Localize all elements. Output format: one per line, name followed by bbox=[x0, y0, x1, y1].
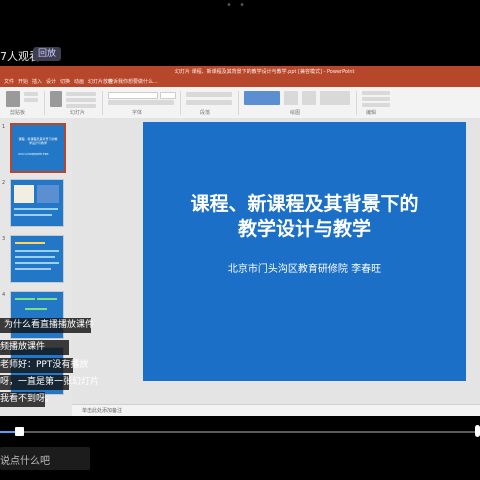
thumb-text-line bbox=[14, 208, 58, 210]
copy-icon[interactable] bbox=[24, 98, 38, 102]
tab-design[interactable]: 设计 bbox=[46, 78, 56, 87]
notes-bar[interactable]: 单击此处添加备注 bbox=[72, 404, 480, 416]
thumb-diagram bbox=[15, 298, 35, 300]
thumb-photo bbox=[37, 185, 59, 203]
font-format-buttons[interactable] bbox=[108, 100, 174, 105]
group-label-slides: 幻灯片 bbox=[70, 110, 86, 116]
caption-line-2: 频播放课件 bbox=[0, 340, 69, 355]
paste-icon[interactable] bbox=[6, 91, 20, 107]
replace-button[interactable] bbox=[362, 97, 390, 101]
video-end-marker bbox=[475, 425, 480, 437]
comment-input[interactable]: 说点什么吧 bbox=[0, 447, 90, 470]
slide-subtitle: 北京市门头沟区教育研修院 李春旺 bbox=[227, 264, 382, 275]
slide-title-line-1: 课程、新课程及其背景下的 bbox=[190, 193, 419, 215]
ribbon: 剪贴板 幻灯片 字体 段落 绘图 编辑 bbox=[0, 87, 480, 119]
ribbon-tabs: 文件 开始 插入 设计 切换 动画 幻灯片放映 审阅 视图 告诉我你想要做什么.… bbox=[0, 78, 480, 87]
thumb-text-line bbox=[14, 214, 52, 216]
shapes-gallery[interactable] bbox=[244, 91, 280, 105]
tab-file[interactable]: 文件 bbox=[4, 78, 14, 87]
current-slide[interactable]: 课程、新课程及其背景下的 教学设计与教学 北京市门头沟区教育研修院 李春旺 bbox=[143, 122, 466, 381]
tab-transitions[interactable]: 切换 bbox=[60, 78, 70, 87]
group-label-editing: 编辑 bbox=[366, 110, 377, 116]
notes-placeholder[interactable]: 单击此处添加备注 bbox=[82, 407, 122, 414]
tab-home[interactable]: 开始 bbox=[18, 78, 28, 87]
document-title: 幻灯片 课程、新课程及其背景下的教学设计与教学.ppt [兼容模式] - Pow… bbox=[175, 69, 355, 75]
group-label-font: 字体 bbox=[132, 110, 143, 116]
thumb1-title: 课程、新课程及其背景下的教学设计与教学 bbox=[18, 137, 58, 145]
align-buttons[interactable] bbox=[186, 100, 232, 105]
shape-fill-options[interactable] bbox=[320, 91, 350, 105]
layout-dropdown[interactable] bbox=[66, 92, 96, 96]
thumb-text-line bbox=[15, 262, 59, 264]
slide-thumbnail-1[interactable]: 课程、新课程及其背景下的教学设计与教学 北京市门头沟区教育研修院 李春旺 bbox=[10, 123, 66, 173]
thumb-photo bbox=[14, 185, 34, 203]
thumb-number: 3 bbox=[2, 236, 6, 242]
thumb-text-line bbox=[15, 250, 59, 252]
caption-line-3: 老师好：PPT没有播放 bbox=[0, 358, 88, 373]
video-progress-handle[interactable] bbox=[15, 427, 25, 436]
font-size-field[interactable] bbox=[160, 92, 176, 99]
thumb-text-line bbox=[15, 268, 51, 270]
comment-placeholder: 说点什么吧 bbox=[0, 456, 50, 467]
thumb-number: 2 bbox=[2, 180, 6, 186]
find-button[interactable] bbox=[362, 91, 390, 95]
quick-styles-icon[interactable] bbox=[302, 91, 316, 105]
thumb-diagram bbox=[25, 308, 47, 310]
thumb-text-line bbox=[15, 256, 55, 258]
thumb-number: 4 bbox=[2, 292, 6, 298]
group-label-clipboard: 剪贴板 bbox=[10, 110, 26, 116]
caption-line-1: 为什么看直播播放课件 bbox=[0, 318, 94, 333]
caption-line-5: 我看不到呀。 bbox=[0, 392, 54, 407]
group-label-paragraph: 段落 bbox=[200, 110, 211, 116]
reset-button[interactable] bbox=[66, 98, 96, 102]
cut-icon[interactable] bbox=[24, 92, 38, 96]
new-slide-icon[interactable] bbox=[50, 91, 62, 107]
slide-thumbnail-2[interactable] bbox=[10, 179, 64, 227]
select-button[interactable] bbox=[362, 103, 390, 107]
thumb-number: 1 bbox=[2, 124, 6, 130]
caption-line-4: 呀，一直是第一张幻灯片 bbox=[0, 375, 99, 390]
replay-badge[interactable]: 回放 bbox=[33, 47, 62, 61]
view-buttons[interactable] bbox=[406, 408, 476, 414]
slide-thumbnail-3[interactable] bbox=[10, 235, 64, 283]
video-progress-track[interactable] bbox=[0, 431, 480, 433]
slide-title-line-2: 教学设计与教学 bbox=[237, 218, 371, 240]
thumb-heading bbox=[15, 242, 45, 244]
tab-insert[interactable]: 插入 bbox=[32, 78, 42, 87]
thumb-diagram bbox=[37, 298, 57, 300]
group-label-drawing: 绘图 bbox=[290, 110, 301, 116]
list-buttons[interactable] bbox=[186, 92, 232, 97]
tell-me-search[interactable]: 告诉我你想要做什么... bbox=[108, 78, 158, 87]
top-indicator: • • bbox=[226, 0, 247, 11]
thumb1-subtitle: 北京市门头沟区教育研修院 李春旺 bbox=[18, 154, 49, 156]
section-dropdown[interactable] bbox=[66, 104, 96, 108]
ppt-title-bar: 幻灯片 课程、新课程及其背景下的教学设计与教学.ppt [兼容模式] - Pow… bbox=[0, 66, 480, 78]
font-name-field[interactable] bbox=[108, 92, 158, 99]
slide-title: 课程、新课程及其背景下的 教学设计与教学 bbox=[143, 192, 466, 242]
tab-animations[interactable]: 动画 bbox=[74, 78, 84, 87]
arrange-icon[interactable] bbox=[284, 91, 298, 105]
